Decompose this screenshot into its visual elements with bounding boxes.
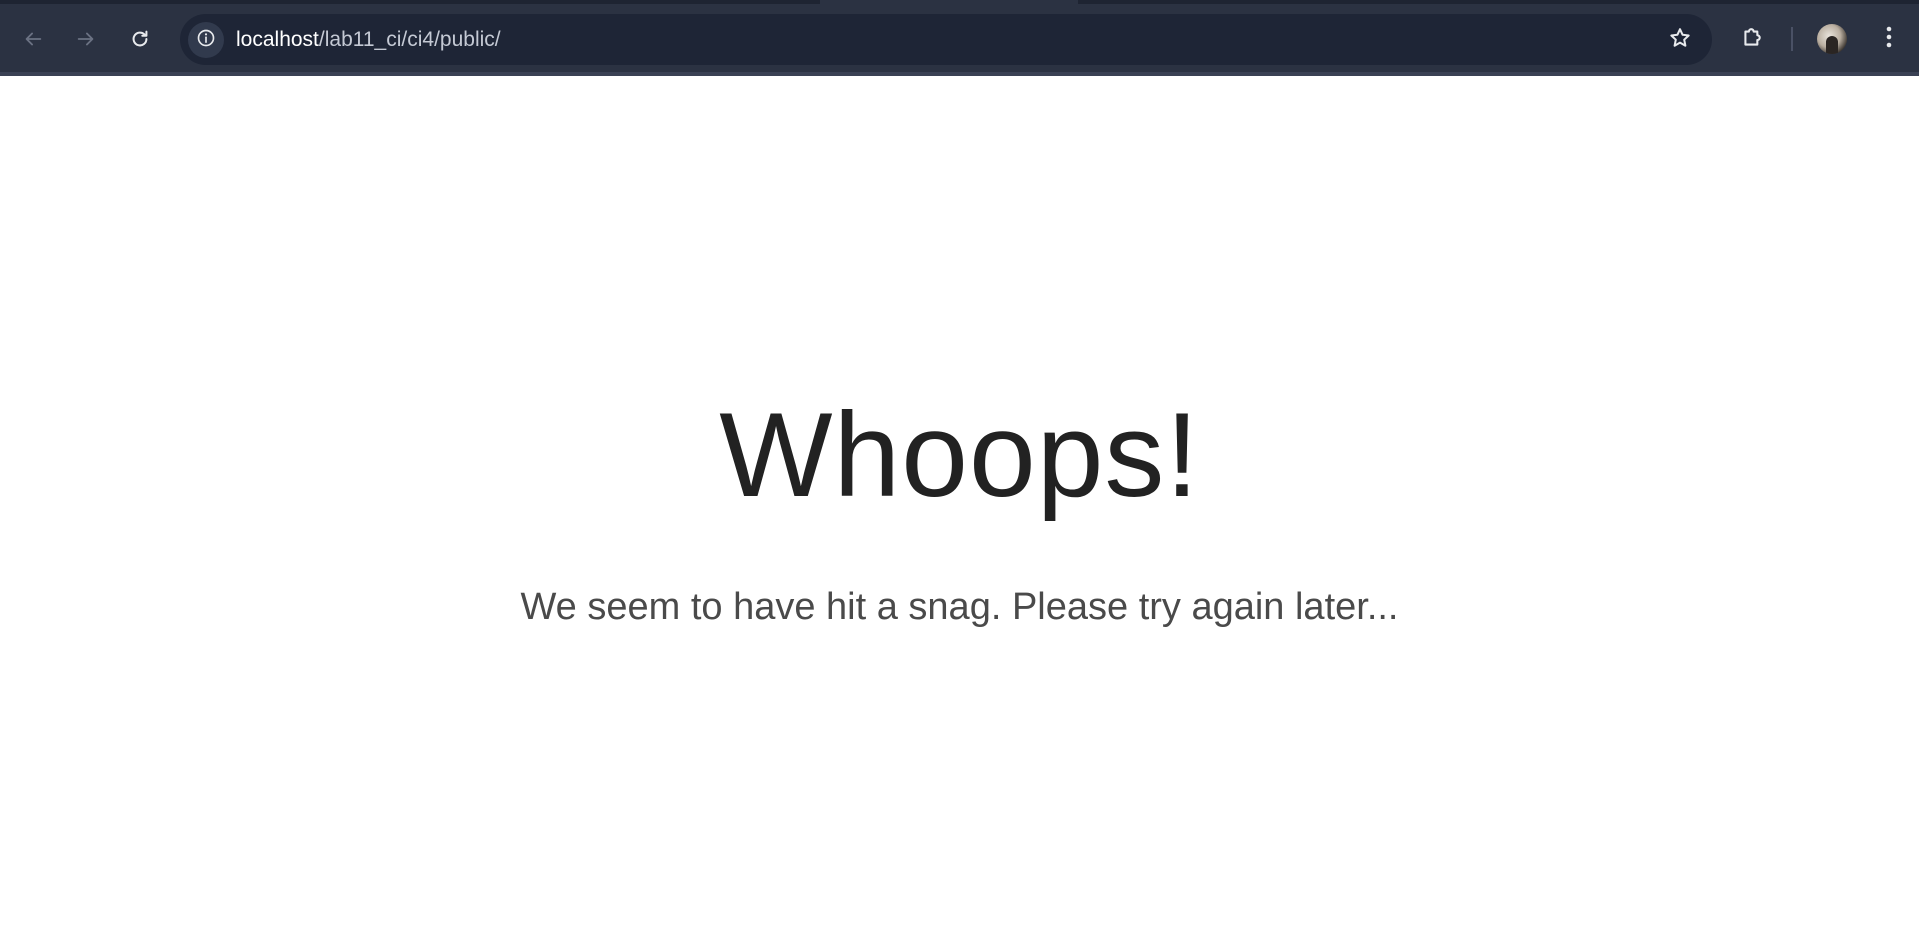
browser-menu-button[interactable] <box>1872 22 1906 56</box>
arrow-left-icon <box>22 28 44 50</box>
kebab-menu-icon <box>1885 25 1893 54</box>
extensions-button[interactable] <box>1736 22 1770 56</box>
reload-button[interactable] <box>121 20 159 58</box>
bookmark-button[interactable] <box>1666 26 1694 54</box>
tab-strip-edge <box>1078 0 1919 4</box>
info-icon <box>196 28 216 53</box>
error-headline: Whoops! <box>719 388 1200 522</box>
toolbar-divider <box>1791 27 1793 51</box>
avatar[interactable] <box>1817 24 1847 54</box>
url-host: localhost <box>236 28 319 51</box>
puzzle-icon <box>1740 24 1766 55</box>
error-message: We seem to have hit a snag. Please try a… <box>520 586 1399 628</box>
url-text[interactable]: localhost/lab11_ci/ci4/public/ <box>236 14 501 65</box>
reload-icon <box>129 28 151 50</box>
forward-button[interactable] <box>67 20 105 58</box>
site-info-button[interactable] <box>188 22 224 58</box>
browser-toolbar: localhost/lab11_ci/ci4/public/ <box>0 0 1919 76</box>
back-button[interactable] <box>14 20 52 58</box>
address-bar[interactable]: localhost/lab11_ci/ci4/public/ <box>180 14 1712 65</box>
star-icon <box>1668 26 1692 55</box>
arrow-right-icon <box>75 28 97 50</box>
tab-strip-edge <box>0 0 820 4</box>
url-path: /lab11_ci/ci4/public/ <box>318 28 501 51</box>
